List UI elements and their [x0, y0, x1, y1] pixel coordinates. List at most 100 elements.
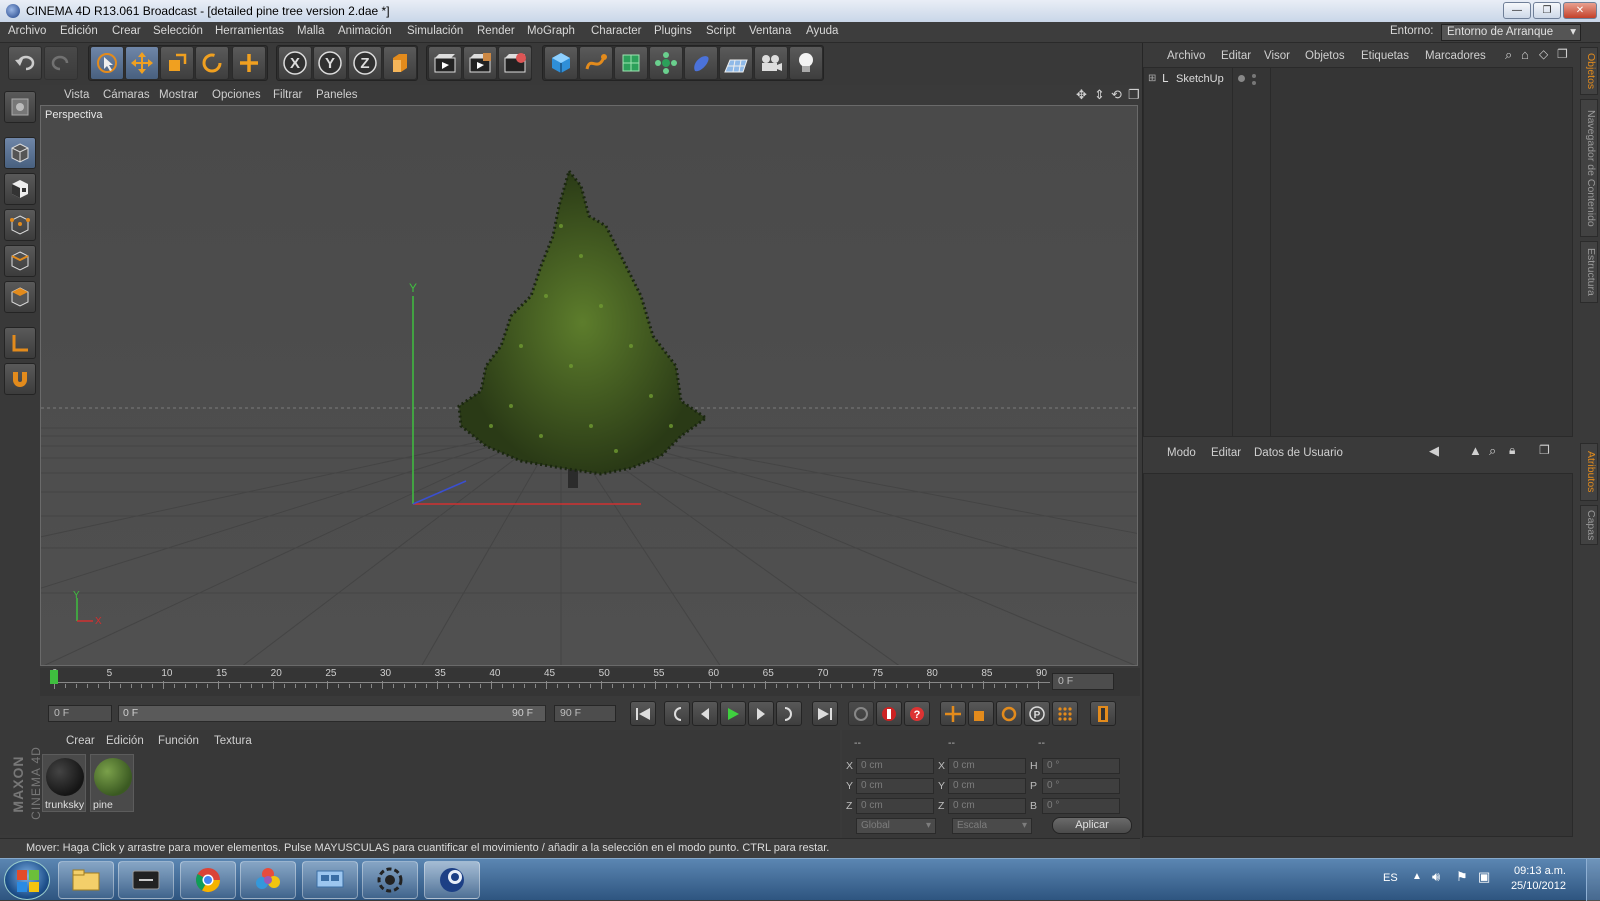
spline-button[interactable]: [579, 46, 613, 80]
language-indicator[interactable]: ES: [1383, 872, 1398, 884]
menu-ventana[interactable]: Ventana: [749, 25, 791, 37]
material-swatch[interactable]: trunksky: [42, 754, 86, 812]
system-clock[interactable]: 09:13 a.m. 25/10/2012: [1511, 864, 1566, 894]
timeline-ruler[interactable]: 051015202530354045505560657075808590 0 F: [40, 668, 1140, 696]
visibility-dot-icon[interactable]: [1238, 75, 1245, 82]
y-axis-lock-button[interactable]: Y: [313, 46, 347, 80]
autokey-button[interactable]: [876, 701, 902, 726]
start-button[interactable]: [4, 860, 50, 900]
go-to-start-button[interactable]: [630, 701, 656, 726]
previous-key-button[interactable]: [664, 701, 690, 726]
tab-objetos[interactable]: Objetos: [1580, 47, 1598, 95]
viewport-menu-filtrar[interactable]: Filtrar: [273, 89, 302, 101]
keyframe-selection-button[interactable]: ?: [904, 701, 930, 726]
material-swatch[interactable]: pine: [90, 754, 134, 812]
menu-script[interactable]: Script: [706, 25, 735, 37]
undo-button[interactable]: [8, 46, 42, 80]
menu-edicion[interactable]: Edición: [60, 25, 98, 37]
scale-track-button[interactable]: [968, 701, 994, 726]
tab-estructura[interactable]: Estructura: [1580, 241, 1598, 303]
preview-range-slider[interactable]: 0 F 90 F: [118, 705, 546, 722]
material-menu-funcion[interactable]: Función: [158, 735, 199, 747]
object-row[interactable]: ⊞ Ⅼ SketchUp: [1146, 72, 1446, 88]
texture-mode-button[interactable]: [4, 173, 36, 205]
taskbar-chrome[interactable]: [180, 861, 236, 899]
rotation-track-button[interactable]: [996, 701, 1022, 726]
go-to-end-button[interactable]: [812, 701, 838, 726]
material-menu-crear[interactable]: Crear: [66, 735, 95, 747]
next-key-button[interactable]: [776, 701, 802, 726]
size-y-field[interactable]: 0 cm: [948, 778, 1026, 794]
obj-menu-objetos[interactable]: Objetos: [1305, 50, 1345, 62]
render-view-button[interactable]: [428, 46, 462, 80]
network-tray-icon[interactable]: ▣: [1478, 869, 1490, 885]
new-window-icon[interactable]: ❐: [1539, 443, 1550, 457]
render-picture-button[interactable]: [463, 46, 497, 80]
pan-view-icon[interactable]: ✥: [1076, 87, 1087, 103]
home-icon[interactable]: ⌂: [1521, 47, 1529, 62]
make-editable-button[interactable]: [4, 91, 36, 123]
menu-archivo[interactable]: Archivo: [8, 25, 46, 37]
nurbs-button[interactable]: [614, 46, 648, 80]
next-frame-button[interactable]: [748, 701, 774, 726]
position-z-field[interactable]: 0 cm: [856, 798, 934, 814]
menu-herramientas[interactable]: Herramientas: [215, 25, 284, 37]
coordinate-system-button[interactable]: [383, 46, 417, 80]
live-selection-button[interactable]: [90, 46, 124, 80]
menu-plugins[interactable]: Plugins: [654, 25, 692, 37]
position-track-button[interactable]: [940, 701, 966, 726]
model-mode-button[interactable]: [4, 137, 36, 169]
menu-ayuda[interactable]: Ayuda: [806, 25, 838, 37]
position-y-field[interactable]: 0 cm: [856, 778, 934, 794]
obj-menu-editar[interactable]: Editar: [1221, 50, 1251, 62]
current-frame-field[interactable]: 0 F: [1052, 673, 1114, 690]
rotation-b-field[interactable]: 0 °: [1042, 798, 1120, 814]
render-dot-icon[interactable]: [1252, 81, 1256, 85]
rotation-h-field[interactable]: 0 °: [1042, 758, 1120, 774]
x-axis-lock-button[interactable]: X: [278, 46, 312, 80]
rotate-view-icon[interactable]: ⟲: [1111, 87, 1122, 103]
move-button[interactable]: [125, 46, 159, 80]
show-desktop-button[interactable]: [1586, 859, 1600, 901]
taskbar-explorer[interactable]: [58, 861, 114, 899]
menu-animacion[interactable]: Animación: [338, 25, 392, 37]
render-dot-icon[interactable]: [1252, 74, 1256, 78]
attr-menu-datos-usuario[interactable]: Datos de Usuario: [1254, 447, 1343, 459]
floor-button[interactable]: [719, 46, 753, 80]
previous-frame-button[interactable]: [692, 701, 718, 726]
point-level-button[interactable]: [1052, 701, 1078, 726]
tab-capas[interactable]: Capas: [1580, 505, 1598, 545]
maximize-view-icon[interactable]: ❐: [1128, 87, 1140, 103]
z-axis-lock-button[interactable]: Z: [348, 46, 382, 80]
minimize-button[interactable]: —: [1503, 2, 1531, 19]
up-arrow-icon[interactable]: ▲: [1469, 443, 1482, 458]
obj-menu-archivo[interactable]: Archivo: [1167, 50, 1205, 62]
lock-icon[interactable]: 🔒︎: [1509, 443, 1515, 458]
edge-mode-button[interactable]: [4, 245, 36, 277]
parameter-track-button[interactable]: P: [1024, 701, 1050, 726]
taskbar-network[interactable]: [302, 861, 358, 899]
timeline-scheme-button[interactable]: [1090, 701, 1116, 726]
apply-button[interactable]: Aplicar: [1052, 817, 1132, 834]
viewport-menu-paneles[interactable]: Paneles: [316, 89, 358, 101]
taskbar-cinema4d[interactable]: [424, 861, 480, 899]
expand-icon[interactable]: ⊞: [1148, 73, 1156, 84]
show-hidden-icons-icon[interactable]: ▲: [1412, 871, 1422, 882]
coord-space-select[interactable]: Global ▾: [856, 818, 936, 834]
rotation-p-field[interactable]: 0 °: [1042, 778, 1120, 794]
size-x-field[interactable]: 0 cm: [948, 758, 1026, 774]
size-mode-select[interactable]: Escala ▾: [952, 818, 1032, 834]
material-menu-edicion[interactable]: Edición: [106, 735, 144, 747]
maximize-button[interactable]: ❐: [1533, 2, 1561, 19]
search-icon[interactable]: ⌕: [1489, 443, 1496, 459]
point-mode-button[interactable]: [4, 209, 36, 241]
taskbar-media-center[interactable]: [118, 861, 174, 899]
menu-character[interactable]: Character: [591, 25, 642, 37]
viewport-menu-vista[interactable]: Vista: [64, 89, 89, 101]
start-frame-field[interactable]: 0 F: [48, 705, 112, 722]
position-x-field[interactable]: 0 cm: [856, 758, 934, 774]
viewport-menu-camaras[interactable]: Cámaras: [103, 89, 150, 101]
viewport-perspective[interactable]: Y Y X Perspectiva: [40, 105, 1138, 666]
snap-button[interactable]: [4, 363, 36, 395]
menu-seleccion[interactable]: Selección: [153, 25, 203, 37]
